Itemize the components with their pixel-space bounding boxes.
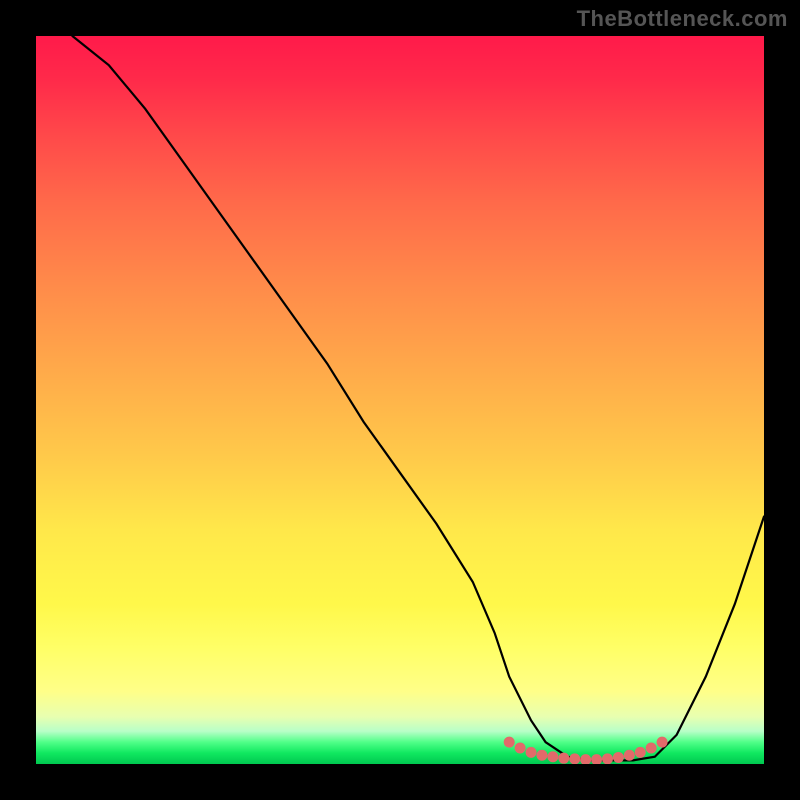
marker-dot xyxy=(657,737,668,748)
marker-dot xyxy=(602,753,613,764)
curve-svg xyxy=(36,36,764,764)
marker-dot xyxy=(515,742,526,753)
chart-container: TheBottleneck.com xyxy=(0,0,800,800)
marker-dot xyxy=(613,752,624,763)
marker-dot xyxy=(646,742,657,753)
optimal-range-markers xyxy=(504,737,668,764)
marker-dot xyxy=(580,754,591,764)
bottleneck-curve xyxy=(72,36,764,760)
marker-dot xyxy=(569,753,580,764)
marker-dot xyxy=(635,747,646,758)
marker-dot xyxy=(526,747,537,758)
marker-dot xyxy=(547,751,558,762)
marker-dot xyxy=(536,750,547,761)
marker-dot xyxy=(504,737,515,748)
marker-dot xyxy=(591,754,602,764)
plot-area xyxy=(36,36,764,764)
watermark-text: TheBottleneck.com xyxy=(577,6,788,32)
marker-dot xyxy=(558,753,569,764)
marker-dot xyxy=(624,750,635,761)
